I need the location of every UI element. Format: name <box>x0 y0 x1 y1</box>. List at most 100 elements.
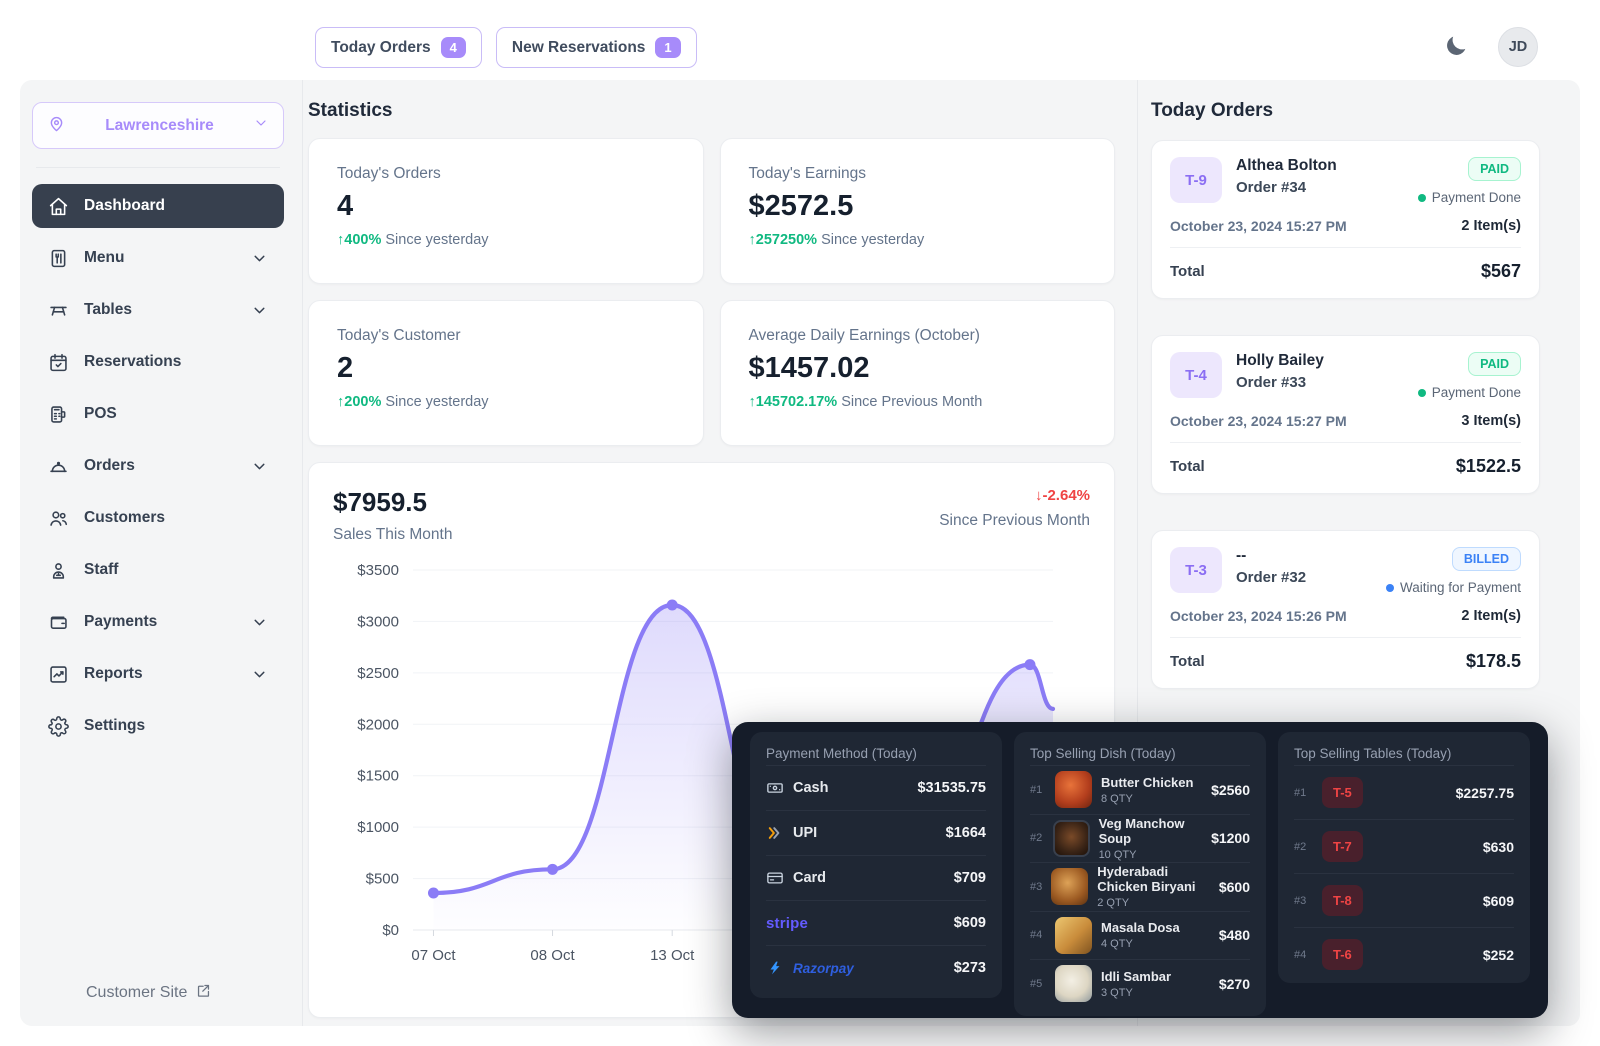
external-link-icon <box>195 982 212 1004</box>
order-table-badge: T-4 <box>1170 352 1222 398</box>
sidebar-item[interactable]: Orders <box>32 444 284 488</box>
order-total-value: $567 <box>1481 261 1521 282</box>
order-number: Order #32 <box>1236 569 1306 586</box>
stat-value: $1457.02 <box>749 352 1087 385</box>
sidebar-item[interactable]: Tables <box>32 288 284 332</box>
sidebar-nav: Dashboard Menu Tables <box>32 184 284 748</box>
stat-card: Today's Orders 4 ↑400% Since yesterday <box>308 138 704 284</box>
dish-name: Hyderabadi Chicken Biryani <box>1097 864 1210 894</box>
sidebar-item[interactable]: Staff <box>32 548 284 592</box>
top-dish-row: #2 Veg Manchow Soup 10 QTY $1200 <box>1030 814 1250 863</box>
payment-method-name: stripe <box>766 915 808 932</box>
new-reservations-button[interactable]: New Reservations 1 <box>496 27 697 68</box>
sidebar-item[interactable]: Dashboard <box>32 184 284 228</box>
stat-delta-period: Since yesterday <box>821 232 924 248</box>
new-reservations-button-label: New Reservations <box>512 39 646 57</box>
order-datetime: October 23, 2024 15:27 PM <box>1170 218 1347 234</box>
svg-text:$2000: $2000 <box>357 716 399 733</box>
sidebar-item[interactable]: POS <box>32 392 284 436</box>
reports-icon <box>48 664 69 685</box>
svg-text:$1500: $1500 <box>357 768 399 785</box>
dish-quantity: 2 QTY <box>1097 897 1210 909</box>
content-area: Lawrenceshire Dashboard Menu <box>20 80 1580 1026</box>
sidebar-item[interactable]: Menu <box>32 236 284 280</box>
status-dot-icon <box>1418 194 1426 202</box>
table-badge: T-8 <box>1322 885 1363 916</box>
delta-up-arrow-icon: ↑ <box>749 232 756 248</box>
dish-amount: $480 <box>1219 927 1250 943</box>
dish-amount: $2560 <box>1211 782 1250 798</box>
order-customer-name: -- <box>1236 547 1306 565</box>
sidebar-item[interactable]: Settings <box>32 704 284 748</box>
pos-terminal-icon <box>48 404 69 425</box>
location-selector[interactable]: Lawrenceshire <box>32 102 284 149</box>
payment-method-amount: $709 <box>954 870 986 886</box>
payment-method-name: Razorpay <box>793 961 854 976</box>
sidebar-item[interactable]: Payments <box>32 600 284 644</box>
sales-subtitle: Sales This Month <box>333 526 452 544</box>
staff-icon <box>48 560 69 581</box>
dish-rank: #1 <box>1030 784 1046 796</box>
customer-site-label: Customer Site <box>86 984 187 1002</box>
sidebar-item-label: Settings <box>84 717 145 735</box>
sidebar-item[interactable]: Reservations <box>32 340 284 384</box>
svg-text:08 Oct: 08 Oct <box>530 947 575 964</box>
stat-delta: ↑400% Since yesterday <box>337 232 675 248</box>
payment-method-amount: $609 <box>954 915 986 931</box>
order-table-badge: T-9 <box>1170 157 1222 203</box>
topbar-right: JD <box>1442 27 1538 67</box>
stat-card: Today's Earnings $2572.5 ↑257250% Since … <box>720 138 1116 284</box>
dark-mode-toggle[interactable] <box>1442 33 1470 61</box>
stat-value: $2572.5 <box>749 190 1087 223</box>
table-badge: T-7 <box>1322 831 1363 862</box>
today-orders-button[interactable]: Today Orders 4 <box>315 27 482 68</box>
wallet-icon <box>48 612 69 633</box>
top-dish-row: #5 Idli Sambar 3 QTY $270 <box>1030 959 1250 1008</box>
table-badge: T-6 <box>1322 939 1363 970</box>
sidebar-item[interactable]: Customers <box>32 496 284 540</box>
user-avatar[interactable]: JD <box>1498 27 1538 67</box>
stat-card: Average Daily Earnings (October) $1457.0… <box>720 300 1116 446</box>
delta-up-arrow-icon: ↑ <box>749 394 756 410</box>
payment-method-name: Card <box>793 870 826 886</box>
today-orders-title: Today Orders <box>1151 100 1540 122</box>
sidebar-item[interactable]: Reports <box>32 652 284 696</box>
sidebar-item-label: Tables <box>84 301 132 319</box>
order-customer-name: Althea Bolton <box>1236 157 1337 175</box>
sidebar: Lawrenceshire Dashboard Menu <box>28 80 288 1026</box>
calendar-check-icon <box>48 352 69 373</box>
table-amount: $609 <box>1483 893 1514 909</box>
customer-site-link[interactable]: Customer Site <box>86 982 212 1004</box>
dish-name: Veg Manchow Soup <box>1099 816 1203 846</box>
sidebar-item-label: Orders <box>84 457 135 475</box>
order-card[interactable]: T-9 Althea Bolton Order #34 PAID Payment… <box>1151 140 1540 299</box>
top-dish-row: #4 Masala Dosa 4 QTY $480 <box>1030 911 1250 960</box>
top-table-row: #1 T-5 $2257.75 <box>1294 765 1514 819</box>
today-orders-list: T-9 Althea Bolton Order #34 PAID Payment… <box>1151 140 1540 689</box>
dish-quantity: 4 QTY <box>1101 938 1180 950</box>
order-status-note-label: Waiting for Payment <box>1400 580 1521 595</box>
table-rank: #1 <box>1294 787 1310 799</box>
order-card[interactable]: T-3 -- Order #32 BILLED Waiting for Paym… <box>1151 530 1540 689</box>
order-status-note-label: Payment Done <box>1432 385 1521 400</box>
payment-method-row: UPI $1664 <box>766 810 986 855</box>
order-card[interactable]: T-4 Holly Bailey Order #33 PAID Payment … <box>1151 335 1540 494</box>
map-pin-icon <box>47 114 66 138</box>
dish-thumbnail <box>1053 820 1090 857</box>
dish-thumbnail <box>1055 917 1092 954</box>
stat-value: 4 <box>337 190 675 223</box>
topbar: Today Orders 4 New Reservations 1 JD <box>0 0 1600 80</box>
summary-overlay: Payment Method (Today) Cash $31535.75 UP… <box>732 722 1548 1018</box>
today-orders-count-badge: 4 <box>441 37 466 58</box>
chevron-down-icon <box>251 302 268 319</box>
order-total-value: $178.5 <box>1466 651 1521 672</box>
sidebar-item-label: Payments <box>84 613 157 631</box>
top-dish-row: #3 Hyderabadi Chicken Biryani 2 QTY $600 <box>1030 862 1250 911</box>
order-status-badge: PAID <box>1468 157 1521 181</box>
order-card-divider <box>1170 247 1521 248</box>
dish-thumbnail <box>1051 868 1088 905</box>
upi-logo-icon <box>766 824 784 842</box>
order-items-count: 2 Item(s) <box>1461 608 1521 624</box>
stat-value: 2 <box>337 352 675 385</box>
stat-label: Today's Customer <box>337 327 675 345</box>
